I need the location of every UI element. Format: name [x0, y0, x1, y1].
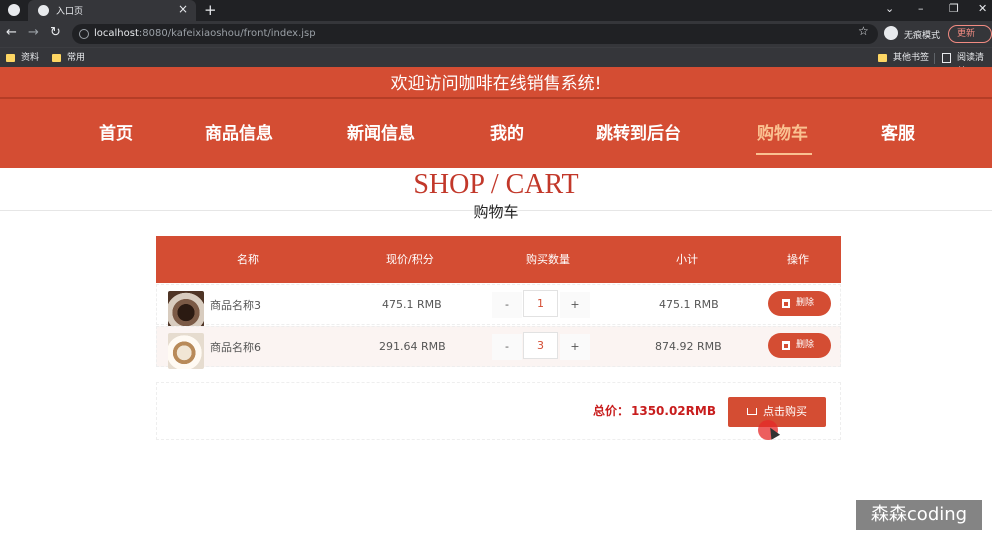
cart-table-header: 名称 现价/积分 购买数量 小计 操作: [156, 236, 841, 283]
cart-summary: 总价： 1350.02RMB 点击购买: [156, 382, 841, 440]
nav-cart[interactable]: 购物车: [757, 123, 808, 145]
update-button[interactable]: 更新: [948, 25, 992, 43]
column-header-qty: 购买数量: [526, 253, 570, 266]
info-icon[interactable]: [79, 29, 89, 39]
qty-increment-button[interactable]: +: [560, 292, 590, 318]
nav-active-underline: [756, 153, 812, 155]
tab-search-icon[interactable]: ⌄: [885, 2, 894, 15]
page-title-cn: 购物车: [473, 203, 519, 221]
product-name: 商品名称3: [210, 299, 261, 312]
column-header-name: 名称: [237, 253, 259, 266]
incognito-icon: [884, 26, 898, 40]
qty-input[interactable]: 3: [523, 332, 558, 359]
site-header: 欢迎访问咖啡在线销售系统! 首页 商品信息 新闻信息 我的 跳转到后台 购物车 …: [0, 67, 992, 168]
qty-increment-button[interactable]: +: [560, 334, 590, 360]
back-arrow-icon[interactable]: ←: [6, 25, 17, 41]
tab-title: 入口页: [56, 7, 84, 17]
bookmark-separator: [934, 53, 935, 64]
folder-icon: [6, 54, 15, 62]
product-name: 商品名称6: [210, 341, 261, 354]
nav-service[interactable]: 客服: [881, 123, 915, 145]
close-tab-icon[interactable]: ×: [178, 2, 188, 16]
total-label: 总价：: [593, 404, 630, 418]
browser-tab[interactable]: 入口页 ×: [28, 0, 196, 21]
browser-tabbar: 入口页 × + ⌄ – ❐ ✕: [0, 0, 992, 21]
new-tab-button[interactable]: +: [204, 0, 217, 20]
qty-decrement-button[interactable]: -: [492, 292, 522, 318]
column-header-subtotal: 小计: [676, 253, 698, 266]
delete-button[interactable]: 删除: [768, 333, 831, 358]
nav-admin[interactable]: 跳转到后台: [596, 123, 681, 145]
url-host: localhost: [94, 28, 139, 39]
nav-mine[interactable]: 我的: [490, 123, 524, 145]
table-row: 商品名称3 475.1 RMB - 1 + 475.1 RMB 删除: [156, 284, 841, 327]
buy-button[interactable]: 点击购买: [728, 397, 826, 427]
restore-icon[interactable]: ❐: [949, 2, 959, 15]
trash-icon: [782, 341, 790, 350]
star-icon[interactable]: ☆: [858, 24, 869, 38]
total-value: 1350.02RMB: [631, 404, 716, 418]
product-price: 475.1 RMB: [382, 298, 442, 311]
incognito-label: 无痕模式: [904, 31, 941, 41]
nav-news[interactable]: 新闻信息: [347, 123, 415, 145]
product-thumbnail: [168, 291, 204, 327]
reading-list-icon: [942, 53, 951, 63]
bookmarks-bar: 资料 常用 其他书签 阅读清单: [0, 47, 992, 77]
minimize-icon[interactable]: –: [918, 2, 924, 15]
globe-icon: [38, 5, 49, 16]
url-path: :8080/kafeixiaoshou/front/index.jsp: [138, 28, 316, 39]
nav-home[interactable]: 首页: [99, 123, 133, 145]
address-bar[interactable]: localhost:8080/kafeixiaoshou/front/index…: [72, 24, 878, 44]
watermark: 森森coding: [856, 500, 982, 530]
product-price: 291.64 RMB: [379, 340, 446, 353]
close-window-icon[interactable]: ✕: [978, 2, 987, 15]
column-header-price: 现价/积分: [386, 253, 434, 266]
qty-input[interactable]: 1: [523, 290, 558, 317]
welcome-banner: 欢迎访问咖啡在线销售系统!: [390, 74, 602, 94]
column-header-action: 操作: [787, 253, 809, 266]
product-subtotal: 475.1 RMB: [659, 298, 719, 311]
other-bookmarks[interactable]: 其他书签: [878, 51, 929, 65]
browser-toolbar: ← → ↻ localhost:8080/kafeixiaoshou/front…: [0, 21, 992, 47]
product-thumbnail: [168, 333, 204, 369]
folder-icon: [52, 54, 61, 62]
product-subtotal: 874.92 RMB: [655, 340, 722, 353]
delete-button[interactable]: 删除: [768, 291, 831, 316]
reload-icon[interactable]: ↻: [50, 25, 61, 41]
header-divider: [0, 97, 992, 99]
folder-icon: [878, 54, 887, 62]
qty-decrement-button[interactable]: -: [492, 334, 522, 360]
nav-products[interactable]: 商品信息: [205, 123, 273, 145]
trash-icon: [782, 299, 790, 308]
bookmark-folder-2[interactable]: 常用: [52, 51, 85, 65]
chrome-menu-icon[interactable]: [8, 4, 20, 16]
table-row: 商品名称6 291.64 RMB - 3 + 874.92 RMB 删除: [156, 326, 841, 369]
cart-icon: [747, 408, 757, 415]
bookmark-folder-1[interactable]: 资料: [6, 51, 39, 65]
page-title-en: SHOP / CART: [413, 169, 579, 200]
forward-arrow-icon[interactable]: →: [28, 25, 39, 41]
